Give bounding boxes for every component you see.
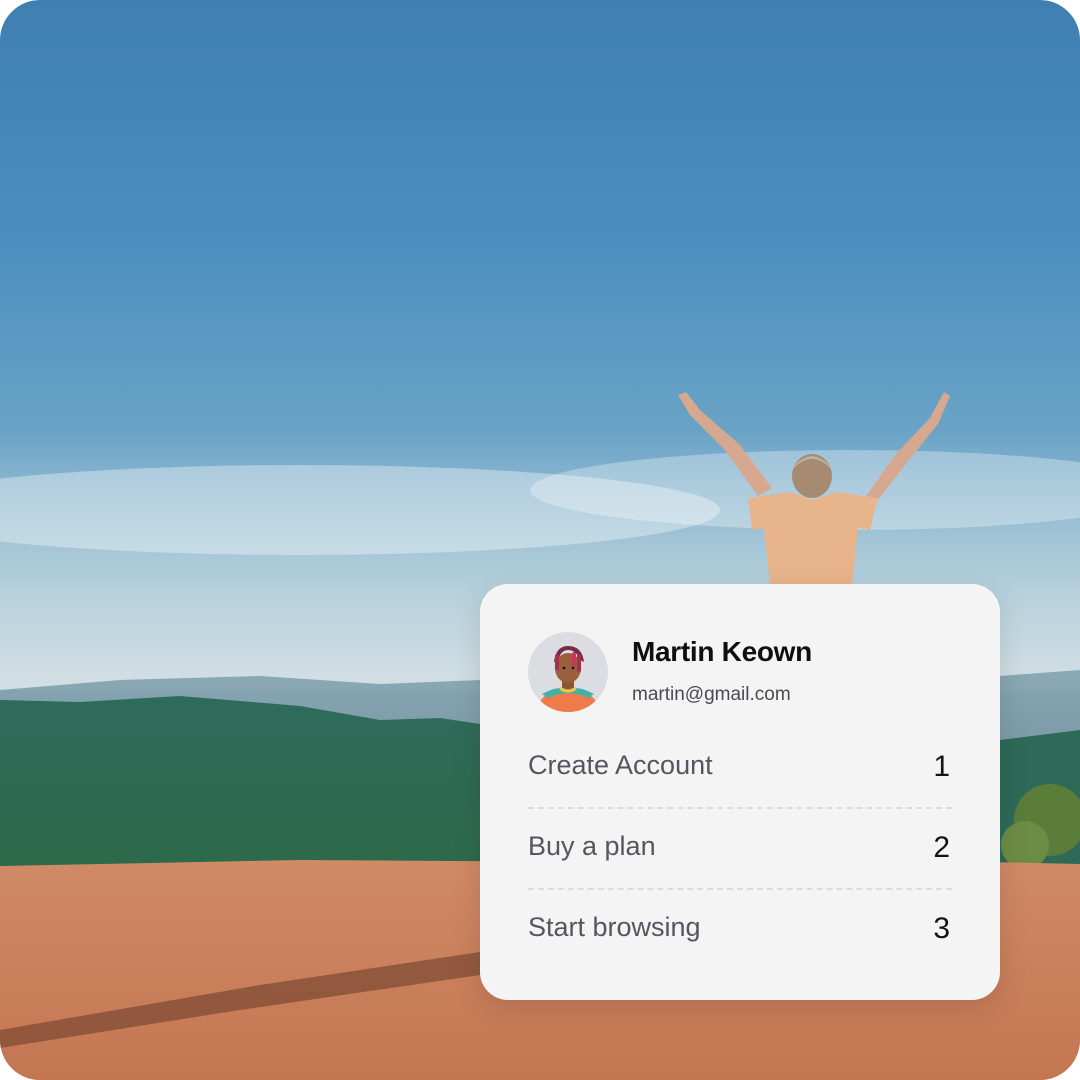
step-number: 1 [933, 750, 950, 783]
step-create-account[interactable]: Create Account 1 [528, 728, 952, 809]
step-number: 3 [933, 912, 950, 945]
user-email: martin@gmail.com [632, 684, 791, 705]
hero-image-frame: Martin Keown martin@gmail.com Create Acc… [0, 0, 1080, 1080]
steps-list: Create Account 1 Buy a plan 2 Start brow… [528, 728, 952, 969]
step-label: Start browsing [528, 912, 701, 942]
step-start-browsing[interactable]: Start browsing 3 [528, 890, 952, 969]
step-buy-plan[interactable]: Buy a plan 2 [528, 809, 952, 890]
step-label: Create Account [528, 750, 713, 780]
step-label: Buy a plan [528, 831, 656, 861]
step-number: 2 [933, 831, 950, 864]
avatar-illustration-icon [528, 632, 608, 712]
user-avatar [528, 632, 608, 712]
user-name: Martin Keown [632, 636, 812, 667]
onboarding-card: Martin Keown martin@gmail.com Create Acc… [480, 584, 1000, 1000]
